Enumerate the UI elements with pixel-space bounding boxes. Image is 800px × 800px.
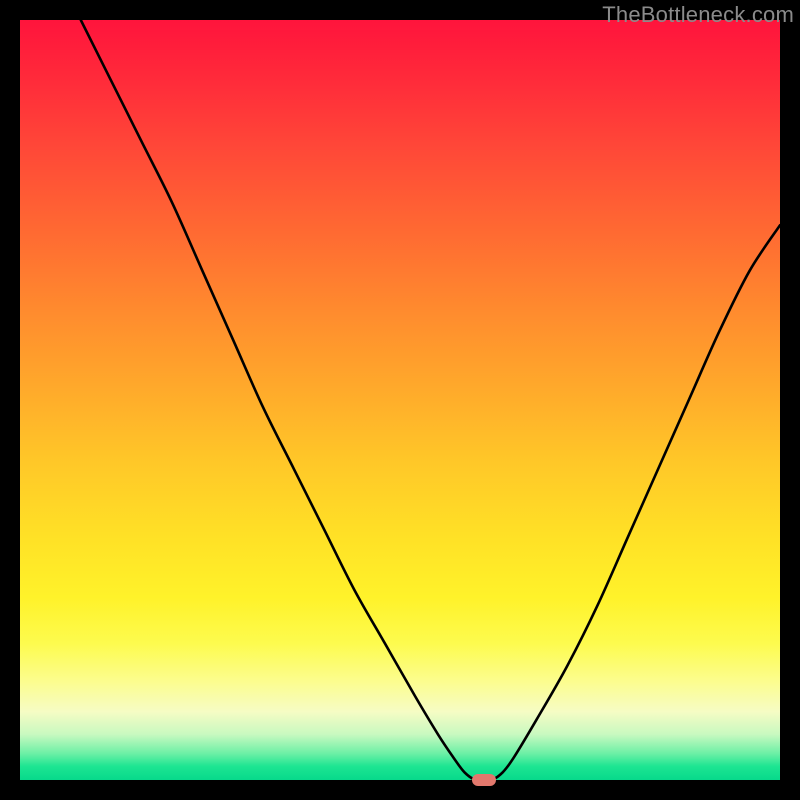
chart-plot-area <box>20 20 780 780</box>
bottleneck-curve <box>20 20 780 780</box>
watermark-text: TheBottleneck.com <box>602 2 794 28</box>
chart-frame: TheBottleneck.com <box>0 0 800 800</box>
optimal-marker <box>472 774 496 786</box>
